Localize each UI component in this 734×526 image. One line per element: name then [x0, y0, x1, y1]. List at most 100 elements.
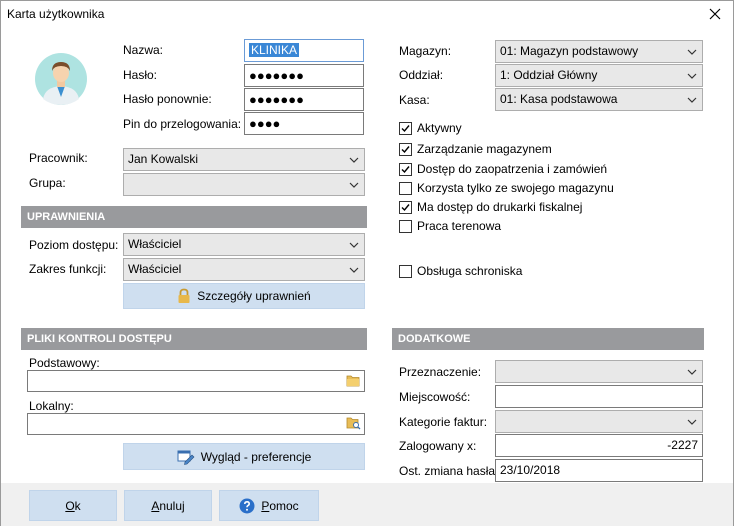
- chevron-down-icon: [687, 97, 697, 103]
- branch-label: Oddział:: [399, 68, 444, 82]
- local-file-input[interactable]: [27, 413, 365, 435]
- function-scope-select[interactable]: Właściciel: [123, 258, 365, 281]
- employee-select[interactable]: Jan Kowalski: [123, 148, 365, 171]
- checkbox-label: Aktywny: [417, 121, 462, 135]
- pin-input[interactable]: ●●●●: [244, 112, 364, 135]
- branch-select[interactable]: 1: Oddział Główny: [495, 64, 703, 87]
- chevron-down-icon: [349, 157, 359, 163]
- invoice-categories-select[interactable]: [495, 410, 703, 433]
- warehouse-label: Magazyn:: [399, 44, 452, 58]
- checkbox-supply-access[interactable]: Dostęp do zaopatrzenia i zamówień: [399, 162, 607, 176]
- chevron-down-icon: [687, 419, 697, 425]
- access-level-label: Poziom dostępu:: [29, 238, 119, 252]
- checkmark-icon: [401, 203, 410, 211]
- checkmark-icon: [401, 165, 410, 173]
- city-label-text: Miejscowość:: [399, 390, 471, 404]
- city-label: Miejscowość:: [399, 390, 470, 404]
- help-button-label: Pomoc: [261, 498, 299, 513]
- help-button[interactable]: Pomoc: [219, 490, 319, 521]
- password-repeat-input[interactable]: ●●●●●●●: [244, 88, 364, 111]
- checkbox-box[interactable]: [399, 264, 412, 278]
- chevron-down-icon: [349, 182, 359, 188]
- chevron-down-icon: [687, 49, 697, 55]
- checkbox-label: Obsługa schroniska: [417, 264, 523, 278]
- checkbox-field-work[interactable]: Praca terenowa: [399, 219, 501, 233]
- checkbox-box[interactable]: [399, 162, 412, 176]
- appearance-preferences-button[interactable]: Wygląd - preferencje: [123, 443, 365, 470]
- checkbox-label: Ma dostęp do drukarki fiskalnej: [417, 200, 583, 214]
- permission-details-label: Szczegóły uprawnień: [197, 289, 311, 303]
- checkbox-label: Korzysta tylko ze swojego magazynu: [417, 181, 614, 195]
- purpose-label-text: Przeznaczenie:: [399, 365, 482, 379]
- checkbox-box[interactable]: [399, 181, 412, 195]
- folder-icon[interactable]: [346, 374, 360, 387]
- login-count-label: Zalogowany x:: [399, 439, 477, 453]
- checkmark-icon: [401, 145, 410, 153]
- user-card-window: Karta użytkownika Nazwa: KLINIKA Hasło: …: [0, 0, 734, 526]
- additional-header: DODATKOWE: [392, 328, 704, 350]
- checkbox-fiscal-printer[interactable]: Ma dostęp do drukarki fiskalnej: [399, 200, 582, 214]
- checkbox-active[interactable]: Aktywny: [399, 121, 462, 135]
- edit-window-icon: [177, 450, 195, 465]
- cancel-button-label: Anuluj: [151, 498, 185, 513]
- ok-button[interactable]: Ok: [29, 490, 117, 521]
- purpose-label: Przeznaczenie:: [399, 365, 481, 379]
- checkbox-warehouse-management[interactable]: Zarządzanie magazynem: [399, 142, 552, 156]
- name-label: Nazwa:: [123, 43, 164, 57]
- chevron-down-icon: [687, 73, 697, 79]
- cash-register-select[interactable]: 01: Kasa podstawowa: [495, 88, 703, 111]
- function-scope-label: Zakres funkcji:: [29, 262, 107, 276]
- checkbox-label: Dostęp do zaopatrzenia i zamówień: [417, 162, 608, 176]
- purpose-select[interactable]: [495, 360, 703, 383]
- pin-label: Pin do przelogowania:: [123, 117, 242, 131]
- window-title: Karta użytkownika: [7, 7, 105, 21]
- employee-select-value: Jan Kowalski: [128, 152, 199, 166]
- checkbox-box[interactable]: [399, 219, 412, 233]
- name-input-value: KLINIKA: [249, 43, 300, 57]
- chevron-down-icon: [349, 267, 359, 273]
- password-label: Hasło:: [123, 68, 158, 82]
- city-input[interactable]: [495, 385, 703, 408]
- access-files-header: PLIKI KONTROLI DOSTĘPU: [21, 328, 367, 350]
- cancel-button[interactable]: Anuluj: [124, 490, 212, 521]
- checkbox-box[interactable]: [399, 142, 412, 156]
- access-level-select[interactable]: Właściciel: [123, 233, 365, 256]
- folder-search-icon[interactable]: [346, 416, 361, 430]
- function-scope-value: Właściciel: [128, 262, 182, 276]
- cash-register-label: Kasa:: [399, 93, 430, 107]
- warehouse-select[interactable]: 01: Magazyn podstawowy: [495, 40, 703, 63]
- password-input[interactable]: ●●●●●●●: [244, 64, 364, 87]
- close-icon[interactable]: [705, 4, 725, 24]
- permission-details-button[interactable]: Szczegóły uprawnień: [123, 283, 365, 309]
- chevron-down-icon: [349, 242, 359, 248]
- password-change-label: Ost. zmiana hasła:: [399, 464, 499, 478]
- checkbox-box[interactable]: [399, 200, 412, 214]
- help-icon: [239, 498, 255, 513]
- checkmark-icon: [401, 124, 410, 132]
- password-repeat-label: Hasło ponownie:: [123, 92, 212, 106]
- login-count-input[interactable]: -2227: [495, 434, 703, 457]
- checkbox-shelter-service[interactable]: Obsługa schroniska: [399, 264, 522, 278]
- checkbox-own-warehouse-only[interactable]: Korzysta tylko ze swojego magazynu: [399, 181, 614, 195]
- group-label: Grupa:: [29, 176, 66, 190]
- chevron-down-icon: [687, 369, 697, 375]
- checkbox-label: Zarządzanie magazynem: [417, 142, 552, 156]
- ok-button-label: Ok: [65, 498, 81, 513]
- cash-register-value: 01: Kasa podstawowa: [500, 92, 618, 106]
- invoice-categories-label: Kategorie faktur:: [399, 415, 488, 429]
- access-level-value: Właściciel: [128, 237, 182, 251]
- user-avatar-icon: [35, 53, 87, 105]
- password-change-input[interactable]: 23/10/2018: [495, 459, 703, 482]
- checkbox-box[interactable]: [399, 121, 412, 135]
- employee-label: Pracownik:: [29, 151, 88, 165]
- checkbox-label: Praca terenowa: [417, 219, 502, 233]
- warehouse-value: 01: Magazyn podstawowy: [500, 44, 639, 58]
- group-select[interactable]: [123, 173, 365, 196]
- basic-file-input[interactable]: [27, 370, 365, 392]
- title-bar: Karta użytkownika: [1, 1, 733, 29]
- lock-icon: [178, 288, 190, 303]
- branch-value: 1: Oddział Główny: [500, 68, 598, 82]
- appearance-preferences-label: Wygląd - preferencje: [200, 449, 312, 464]
- name-input[interactable]: KLINIKA: [244, 39, 364, 62]
- permissions-header: UPRAWNIENIA: [21, 206, 367, 228]
